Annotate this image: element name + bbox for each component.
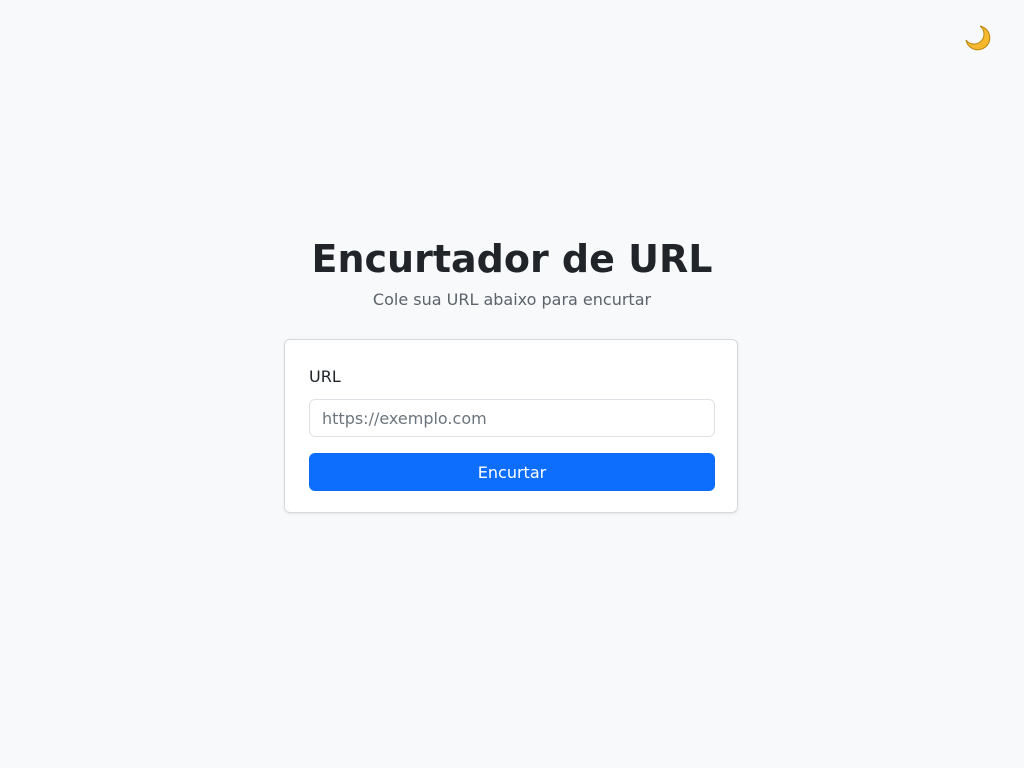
url-form-card: URL Encurtar [284, 339, 738, 513]
page-title: Encurtador de URL [311, 237, 713, 281]
url-field-label: URL [309, 367, 341, 386]
page-header: Encurtador de URL Cole sua URL abaixo pa… [0, 236, 1024, 310]
moon-icon [963, 23, 993, 53]
shorten-button[interactable]: Encurtar [309, 453, 715, 491]
url-input[interactable] [309, 399, 715, 437]
theme-toggle-button[interactable] [962, 22, 994, 54]
page: Encurtador de URL Cole sua URL abaixo pa… [0, 0, 1024, 768]
page-subtitle: Cole sua URL abaixo para encurtar [372, 290, 652, 309]
